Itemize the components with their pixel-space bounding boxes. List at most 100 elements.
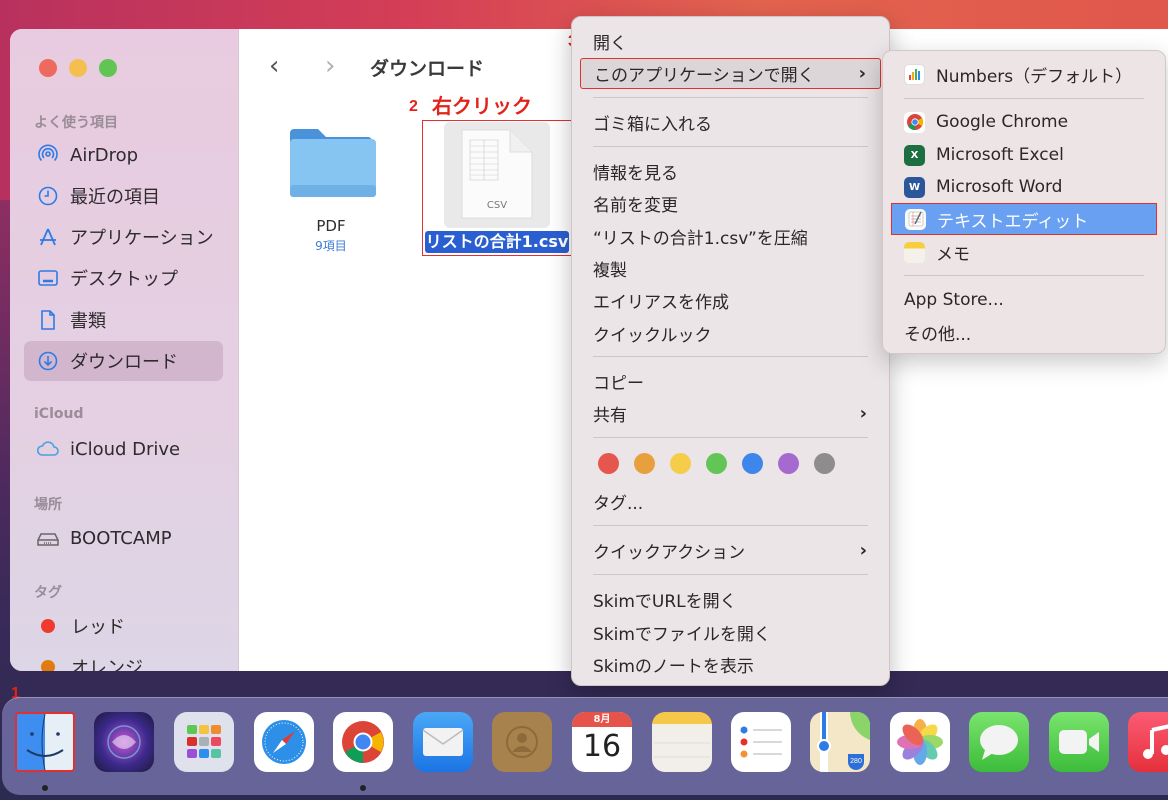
menu-item-rename[interactable]: 名前を変更 (580, 189, 881, 217)
dock-launchpad[interactable] (174, 712, 234, 772)
menu-item-make-alias[interactable]: エイリアスを作成 (580, 286, 881, 314)
menu-item-move-to-trash[interactable]: ゴミ箱に入れる (580, 108, 881, 136)
menu-item-label: ゴミ箱に入れる (593, 114, 712, 135)
sidebar-item-bootcamp[interactable]: BOOTCAMP (24, 518, 223, 558)
dock-safari[interactable] (254, 712, 314, 772)
menu-item-label: クイックアクション (593, 542, 746, 563)
submenu-item-notes[interactable]: メモ (891, 236, 1157, 268)
tag-orange-icon (41, 660, 55, 671)
dock-photos[interactable] (890, 712, 950, 772)
submenu-item-app-store[interactable]: App Store... (891, 284, 1157, 316)
dock-mail[interactable] (413, 712, 473, 772)
window-title: ダウンロード (370, 58, 485, 80)
menu-separator (593, 356, 868, 357)
menu-item-open-with[interactable]: このアプリケーションで開く › (580, 58, 881, 89)
menu-item-duplicate[interactable]: 複製 (580, 254, 881, 282)
menu-item-label: コピー (593, 373, 644, 394)
menu-item-label: 名前を変更 (593, 195, 678, 216)
sidebar-item-airdrop[interactable]: AirDrop (24, 135, 223, 175)
running-indicator (360, 785, 366, 791)
submenu-item-label: テキストエディット (937, 211, 1089, 232)
maps-icon: 280 (817, 712, 870, 772)
submenu-item-word[interactable]: W Microsoft Word (891, 171, 1157, 203)
menu-item-tags[interactable]: タグ... (580, 487, 881, 515)
dock-chrome[interactable] (333, 712, 393, 772)
close-button[interactable] (39, 59, 57, 77)
tag-color-red[interactable] (598, 453, 619, 474)
drive-icon (36, 526, 60, 550)
menu-item-quick-actions[interactable]: クイックアクション › (580, 536, 881, 564)
file-item-folder[interactable]: PDF 9項目 (281, 121, 381, 254)
cloud-icon (36, 437, 60, 461)
submenu-item-other[interactable]: その他... (891, 316, 1157, 348)
numbers-icon (904, 63, 925, 85)
tag-color-purple[interactable] (778, 453, 799, 474)
textedit-icon (905, 208, 926, 230)
file-item-count: 9項目 (315, 239, 347, 253)
file-name: リストの合計1.csv (425, 231, 569, 253)
forward-button[interactable]: › (325, 51, 335, 81)
sidebar-item-applications[interactable]: アプリケーション (24, 217, 223, 257)
tag-color-yellow[interactable] (670, 453, 691, 474)
file-item-csv[interactable]: CSV リストの合計1.csv (422, 120, 572, 256)
chevron-right-icon: › (859, 402, 867, 424)
zoom-button[interactable] (99, 59, 117, 77)
submenu-item-textedit[interactable]: テキストエディット (891, 203, 1157, 235)
tag-color-orange[interactable] (634, 453, 655, 474)
sidebar-section-locations: 場所 (34, 497, 62, 513)
sidebar-item-desktop[interactable]: デスクトップ (24, 258, 223, 298)
dock-facetime[interactable] (1049, 712, 1109, 772)
dock-finder[interactable] (15, 712, 75, 772)
dock-notes[interactable] (652, 712, 712, 772)
menu-item-skim-open-file[interactable]: Skimでファイルを開く (580, 618, 881, 646)
back-button[interactable]: ‹ (269, 51, 279, 81)
sidebar-item-documents[interactable]: 書類 (24, 300, 223, 340)
dock-messages[interactable] (969, 712, 1029, 772)
menu-item-label: Skimでファイルを開く (593, 624, 771, 645)
submenu-item-label: その他... (904, 324, 972, 345)
submenu-item-chrome[interactable]: Google Chrome (891, 106, 1157, 138)
word-icon: W (904, 176, 925, 198)
dock-reminders[interactable] (731, 712, 791, 772)
tag-color-gray[interactable] (814, 453, 835, 474)
tag-color-green[interactable] (706, 453, 727, 474)
sidebar-item-label: 最近の項目 (70, 187, 160, 208)
sidebar-item-tag-orange[interactable]: オレンジ (24, 647, 223, 671)
download-icon (36, 349, 60, 373)
menu-item-label: 共有 (593, 405, 627, 426)
calendar-day: 16 (582, 729, 622, 764)
sidebar-item-icloud-drive[interactable]: iCloud Drive (24, 429, 223, 469)
music-icon (1143, 724, 1168, 759)
submenu-item-numbers[interactable]: Numbers（デフォルト） (891, 58, 1157, 90)
sidebar-item-label: レッド (71, 617, 125, 638)
annotation-right-click: 右クリック (432, 96, 532, 118)
menu-item-quick-look[interactable]: クイックルック (580, 319, 881, 347)
menu-item-open[interactable]: 開く (580, 27, 881, 55)
facetime-icon (1059, 730, 1099, 754)
menu-item-share[interactable]: 共有 › (580, 399, 881, 427)
menu-item-skim-show-notes[interactable]: Skimのノートを表示 (580, 650, 881, 678)
sidebar-section-tags: タグ (34, 585, 62, 601)
dock-siri[interactable] (94, 712, 154, 772)
sidebar-item-recents[interactable]: 最近の項目 (24, 176, 223, 216)
menu-item-compress[interactable]: “リストの合計1.csv”を圧縮 (580, 222, 881, 250)
dock-maps[interactable]: 280 (810, 712, 870, 772)
submenu-item-excel[interactable]: X Microsoft Excel (891, 139, 1157, 171)
dock-contacts[interactable] (492, 712, 552, 772)
minimize-button[interactable] (69, 59, 87, 77)
menu-separator (904, 275, 1144, 276)
dock-calendar[interactable]: 8月 16 (572, 712, 632, 772)
maps-badge: 280 (850, 758, 862, 765)
menu-item-get-info[interactable]: 情報を見る (580, 157, 881, 185)
dock: 8月 16 280 (2, 697, 1168, 795)
contacts-icon (506, 726, 538, 758)
dock-music[interactable] (1128, 712, 1168, 772)
menu-item-copy[interactable]: コピー (580, 367, 881, 395)
sidebar: よく使う項目 AirDrop 最近の項目 アプリケーション デスクトップ 書類 … (10, 29, 239, 671)
sidebar-item-tag-red[interactable]: レッド (24, 606, 223, 646)
tag-color-blue[interactable] (742, 453, 763, 474)
menu-item-skim-open-url[interactable]: SkimでURLを開く (580, 585, 881, 613)
menu-separator (593, 437, 868, 438)
sidebar-item-downloads[interactable]: ダウンロード (24, 341, 223, 381)
photos-icon (897, 719, 943, 765)
